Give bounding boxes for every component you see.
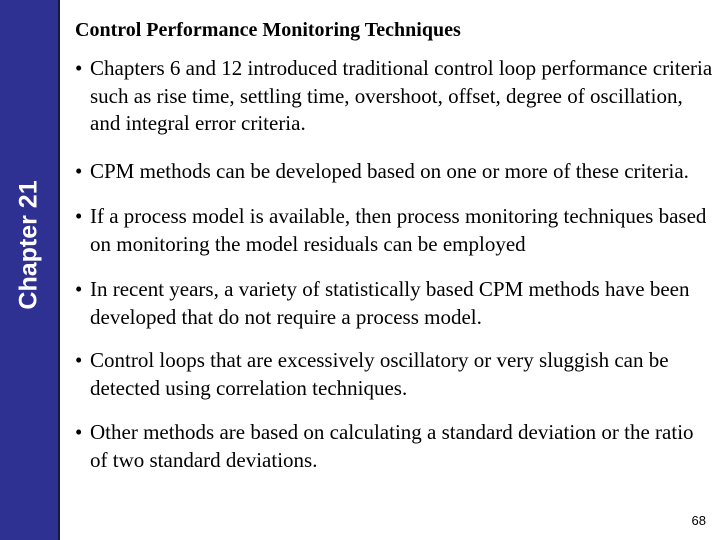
bullet-icon: • xyxy=(75,420,83,444)
bullet-item: • Control loops that are excessively osc… xyxy=(75,347,715,402)
bullet-list: • Chapters 6 and 12 introduced tradition… xyxy=(75,55,715,474)
bullet-item: • Other methods are based on calculating… xyxy=(75,419,715,474)
bullet-icon: • xyxy=(75,56,83,80)
bullet-text: If a process model is available, then pr… xyxy=(90,204,707,256)
bullet-icon: • xyxy=(75,277,83,301)
bullet-item: • Chapters 6 and 12 introduced tradition… xyxy=(75,55,715,138)
slide-title: Control Performance Monitoring Technique… xyxy=(75,19,461,41)
page-number: 68 xyxy=(691,513,706,528)
bullet-icon: • xyxy=(75,204,83,228)
bullet-text: Chapters 6 and 12 introduced traditional… xyxy=(90,56,713,135)
bullet-icon: • xyxy=(75,348,83,372)
chapter-sidebar: Chapter 21 xyxy=(0,0,60,540)
bullet-icon: • xyxy=(75,158,83,183)
bullet-item: • CPM methods can be developed based on … xyxy=(75,158,715,186)
bullet-text: Other methods are based on calculating a… xyxy=(90,420,694,472)
bullet-text: In recent years, a variety of statistica… xyxy=(90,277,690,329)
bullet-item: • In recent years, a variety of statisti… xyxy=(75,276,715,331)
bullet-text: CPM methods can be developed based on on… xyxy=(90,158,689,183)
chapter-label: Chapter 21 xyxy=(14,180,43,310)
bullet-item: • If a process model is available, then … xyxy=(75,203,715,258)
bullet-text: Control loops that are excessively oscil… xyxy=(90,348,669,400)
